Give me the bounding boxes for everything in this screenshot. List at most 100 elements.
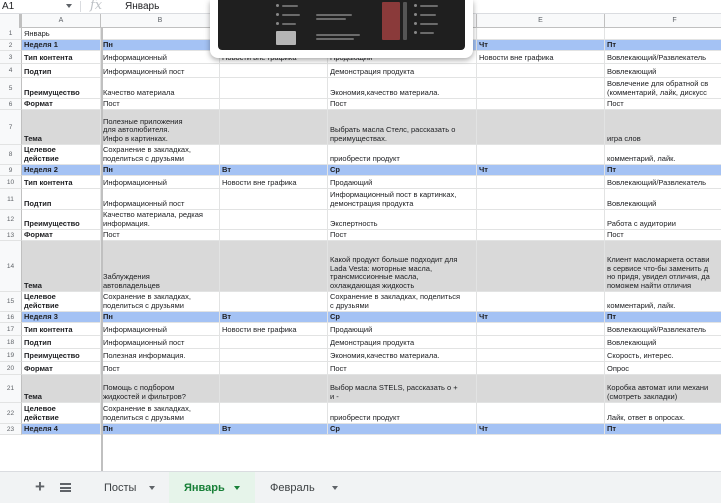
grid-cell[interactable]: Демонстрация продукта: [328, 336, 477, 349]
chevron-down-icon[interactable]: [149, 486, 155, 490]
grid-cell[interactable]: [220, 110, 328, 145]
grid-cell[interactable]: Пост: [328, 99, 477, 110]
grid-cell[interactable]: Пт: [605, 40, 721, 51]
menu-lines-icon[interactable]: [60, 483, 71, 492]
grid-cell[interactable]: Информационный пост: [101, 64, 220, 78]
grid-cell[interactable]: Информационный: [101, 51, 220, 64]
grid-cell[interactable]: [477, 28, 605, 40]
grid-cell[interactable]: Полезная информация.: [101, 349, 220, 362]
frozen-column-divider[interactable]: [101, 28, 103, 471]
grid-cell[interactable]: Пост: [101, 230, 220, 241]
grid-cell[interactable]: [220, 189, 328, 210]
floating-preview-window[interactable]: [210, 0, 473, 58]
grid-cell[interactable]: Пост: [605, 230, 721, 241]
grid-cell[interactable]: [220, 78, 328, 99]
grid-cell[interactable]: [477, 323, 605, 336]
sheet-tab-fevral[interactable]: Февраль: [255, 472, 347, 503]
grid-cell[interactable]: Экономия,качество материала.: [328, 349, 477, 362]
chevron-down-icon[interactable]: [332, 486, 338, 490]
row-header[interactable]: 18: [0, 336, 22, 349]
grid-cell[interactable]: Преимущество: [22, 210, 101, 230]
formula-input[interactable]: Январь: [125, 0, 159, 13]
grid-cell[interactable]: Заблуждения автовладельцев: [101, 241, 220, 292]
grid-cell[interactable]: Вовлекающий: [605, 189, 721, 210]
grid-cell[interactable]: [220, 230, 328, 241]
grid-cell[interactable]: Продающий: [328, 323, 477, 336]
grid-cell[interactable]: Неделя 2: [22, 165, 101, 176]
grid-cell[interactable]: [477, 241, 605, 292]
grid-cell[interactable]: Ср: [328, 165, 477, 176]
grid-cell[interactable]: Подтип: [22, 336, 101, 349]
grid-cell[interactable]: Вовлекающий/Развлекатель: [605, 176, 721, 189]
grid-cell[interactable]: [220, 99, 328, 110]
grid-cell[interactable]: [477, 292, 605, 312]
row-header[interactable]: 14: [0, 241, 22, 292]
grid-cell[interactable]: Целевое действие: [22, 145, 101, 165]
select-all-corner[interactable]: [0, 14, 22, 28]
grid-cell[interactable]: Какой продукт больше подходит для Lada V…: [328, 241, 477, 292]
grid-cell[interactable]: Подтип: [22, 64, 101, 78]
row-header[interactable]: 10: [0, 176, 22, 189]
column-header-f[interactable]: F: [605, 14, 721, 28]
grid-cell[interactable]: Чт: [477, 424, 605, 435]
row-header[interactable]: 7: [0, 110, 22, 145]
grid-cell[interactable]: [477, 403, 605, 424]
row-header[interactable]: 11: [0, 189, 22, 210]
grid-cell[interactable]: Неделя 3: [22, 312, 101, 323]
chevron-down-icon[interactable]: [234, 486, 240, 490]
grid-cell[interactable]: [220, 292, 328, 312]
plus-icon[interactable]: +: [32, 478, 48, 495]
grid-cell[interactable]: Сохранение в закладках, поделиться с дру…: [101, 292, 220, 312]
grid-cell[interactable]: [477, 375, 605, 403]
row-header[interactable]: 8: [0, 145, 22, 165]
grid-cell[interactable]: Вовлекающий/Развлекатель: [605, 323, 721, 336]
grid-cell[interactable]: Преимущество: [22, 349, 101, 362]
grid-cell[interactable]: Пн: [101, 40, 220, 51]
row-header[interactable]: 9: [0, 165, 22, 176]
row-header[interactable]: 6: [0, 99, 22, 110]
grid-cell[interactable]: Работа с аудитории: [605, 210, 721, 230]
row-header[interactable]: 22: [0, 403, 22, 424]
grid-cell[interactable]: Выбор масла STELS, рассказать о + и -: [328, 375, 477, 403]
grid-cell[interactable]: [477, 110, 605, 145]
grid-cell[interactable]: Лайк, ответ в опросах.: [605, 403, 721, 424]
grid-cell[interactable]: [477, 64, 605, 78]
grid-cell[interactable]: Сохранение в закладках, поделиться с дру…: [328, 292, 477, 312]
row-header[interactable]: 23: [0, 424, 22, 435]
column-header-b[interactable]: B: [101, 14, 220, 28]
grid-cell[interactable]: Формат: [22, 99, 101, 110]
row-header[interactable]: 5: [0, 78, 22, 99]
grid-cell[interactable]: [220, 145, 328, 165]
grid-cell[interactable]: Целевое действие: [22, 292, 101, 312]
grid-cell[interactable]: Новости вне графика: [477, 51, 605, 64]
grid-cell[interactable]: Выбрать масла Стелс, рассказать о преиму…: [328, 110, 477, 145]
row-header[interactable]: 20: [0, 362, 22, 375]
grid-cell[interactable]: Пн: [101, 424, 220, 435]
row-header[interactable]: 16: [0, 312, 22, 323]
grid-cell[interactable]: Ср: [328, 424, 477, 435]
grid-cell[interactable]: Чт: [477, 165, 605, 176]
grid-cell[interactable]: [220, 241, 328, 292]
grid-cell[interactable]: Информационный пост: [101, 336, 220, 349]
grid-cell[interactable]: Тема: [22, 375, 101, 403]
row-header[interactable]: 13: [0, 230, 22, 241]
grid-cell[interactable]: Клиент масломаркета остави в сервисе что…: [605, 241, 721, 292]
row-header[interactable]: 21: [0, 375, 22, 403]
grid-cell[interactable]: [220, 336, 328, 349]
grid-cell[interactable]: Новости вне графика: [220, 323, 328, 336]
row-header[interactable]: 2: [0, 40, 22, 51]
row-header[interactable]: 15: [0, 292, 22, 312]
grid-cell[interactable]: [220, 64, 328, 78]
grid-cell[interactable]: [220, 403, 328, 424]
grid-cell[interactable]: [220, 375, 328, 403]
grid-cell[interactable]: Пост: [101, 99, 220, 110]
grid-cell[interactable]: [477, 145, 605, 165]
grid-cell[interactable]: [220, 210, 328, 230]
grid-cell[interactable]: Экспертность: [328, 210, 477, 230]
grid-cell[interactable]: Помощь с подбором жидкостей и фильтров?: [101, 375, 220, 403]
grid-cell[interactable]: Целевое действие: [22, 403, 101, 424]
grid-cell[interactable]: Пт: [605, 165, 721, 176]
grid-cell[interactable]: Вовлекающий: [605, 336, 721, 349]
grid-cell[interactable]: [477, 336, 605, 349]
grid-cell[interactable]: Чт: [477, 40, 605, 51]
